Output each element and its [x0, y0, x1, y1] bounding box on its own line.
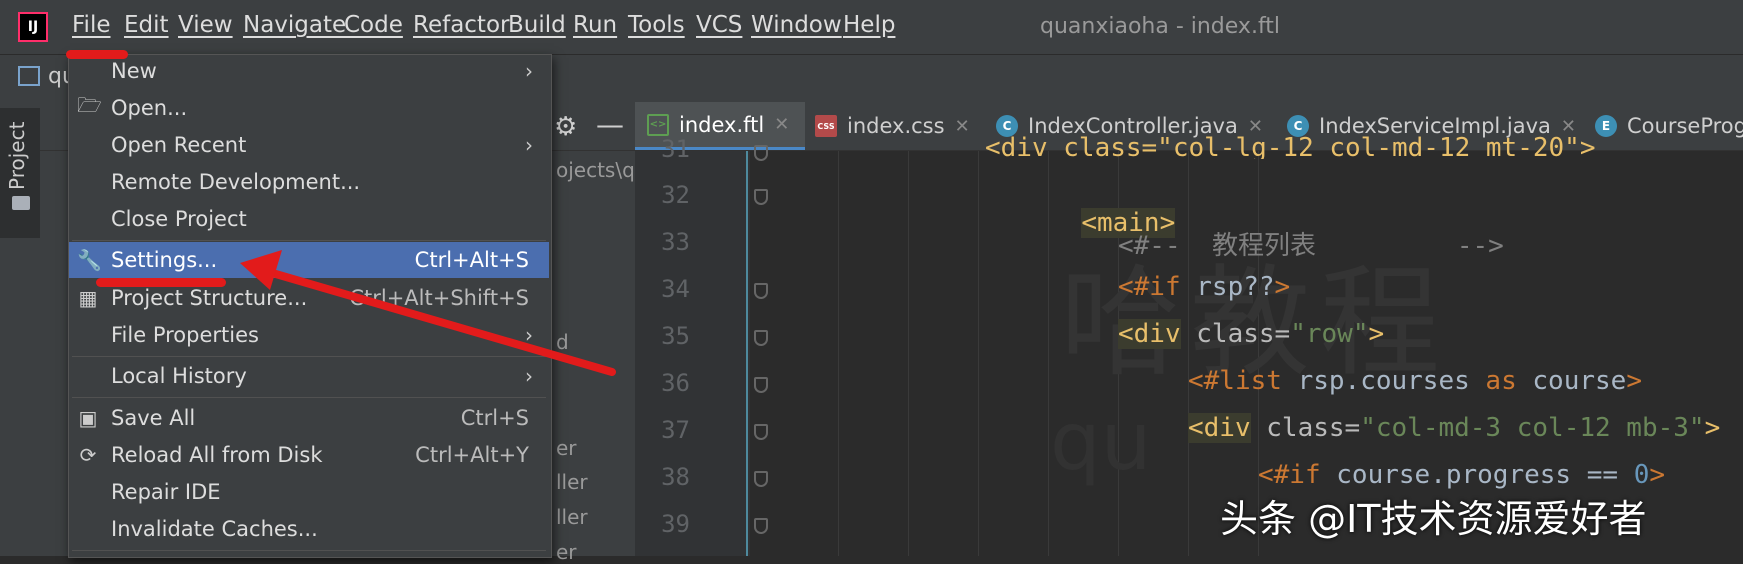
annotation-arrow-icon [240, 250, 616, 376]
source-watermark: 头条 @IT技术资源爱好者 [1220, 497, 1647, 541]
